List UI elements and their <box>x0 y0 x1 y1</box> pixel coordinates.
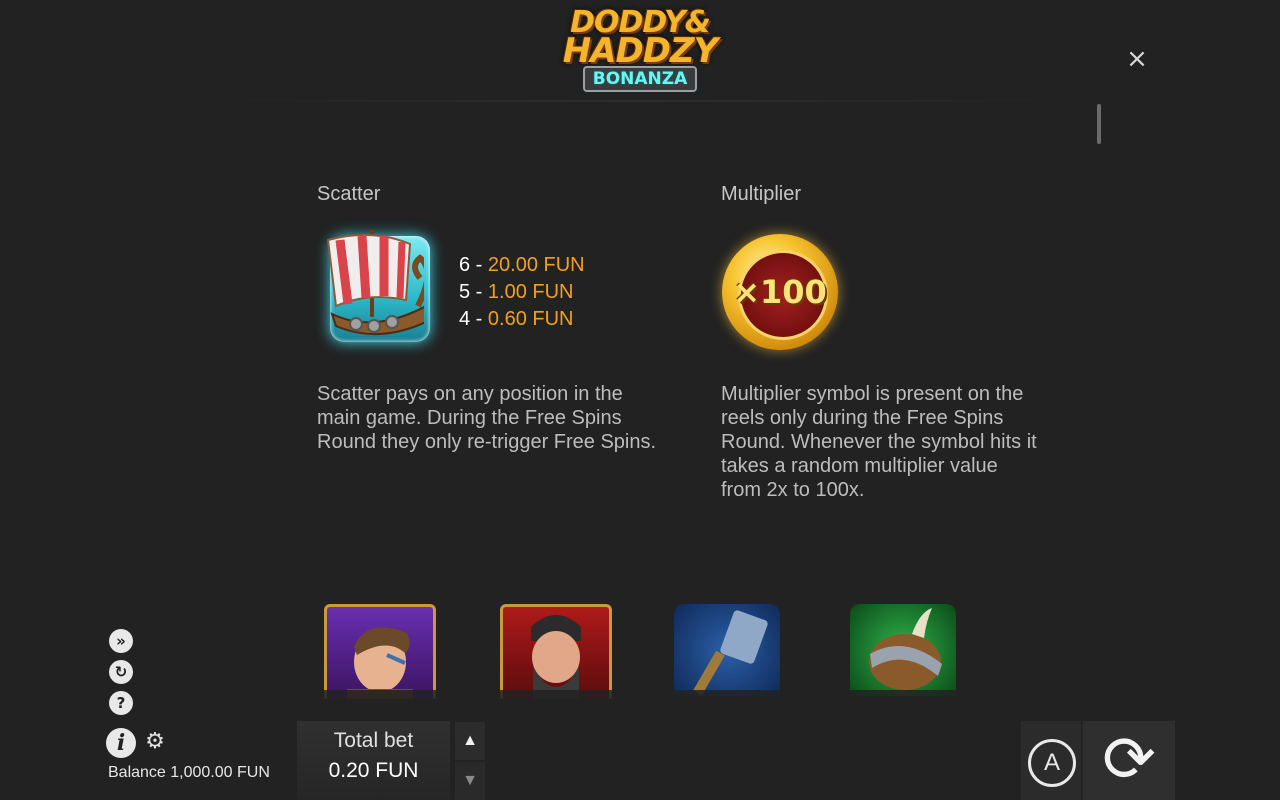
warrior-woman-symbol-icon <box>324 604 436 699</box>
header-divider <box>190 100 1090 102</box>
scrollbar-thumb[interactable] <box>1097 104 1101 144</box>
balance-text: Balance 1,000.00 FUN <box>108 764 270 781</box>
total-bet-label: Total bet <box>333 729 414 752</box>
scatter-paytable: 6 - 20.00 FUN 5 - 1.00 FUN 4 - 0.60 FUN <box>459 252 585 333</box>
helmet-symbol-icon <box>850 604 956 696</box>
pay-value: 1.00 FUN <box>487 281 574 303</box>
pay-value: 20.00 FUN <box>487 254 585 276</box>
spin-button[interactable]: ⟳ <box>1083 721 1175 800</box>
gear-icon[interactable]: ⚙ <box>144 731 166 753</box>
turbo-icon[interactable]: » <box>109 629 133 653</box>
game-logo: DODDY& HADDZY BONANZA <box>540 4 740 96</box>
total-bet-value: 0.20 FUN <box>328 759 419 782</box>
hammer-symbol-icon <box>674 604 780 696</box>
close-icon[interactable]: × <box>1124 46 1150 72</box>
bet-increase-button[interactable]: ▲ <box>455 722 485 760</box>
total-bet-panel[interactable]: Total bet 0.20 FUN <box>297 721 450 800</box>
bet-decrease-button[interactable]: ▼ <box>455 762 485 800</box>
multiplier-coin-icon: ×100 <box>722 234 838 350</box>
pay-count: 5 - <box>459 281 483 303</box>
coin-multiplier-text: ×100 <box>733 273 827 311</box>
pay-row-6: 6 - 20.00 FUN <box>459 252 585 279</box>
pay-count: 4 - <box>459 308 483 330</box>
viking-man-symbol-icon <box>500 604 612 699</box>
history-icon[interactable]: ↻ <box>109 660 133 684</box>
pay-value: 0.60 FUN <box>487 308 574 330</box>
multiplier-description: Multiplier symbol is present on the reel… <box>721 383 1037 501</box>
viking-ship-icon <box>326 230 430 342</box>
scatter-title: Scatter <box>317 183 381 205</box>
autoplay-icon: A <box>1028 739 1076 787</box>
scatter-description: Scatter pays on any position in the main… <box>317 383 657 453</box>
spin-icon: ⟳ <box>1102 723 1156 797</box>
help-icon[interactable]: ? <box>109 691 133 715</box>
pay-count: 6 - <box>459 254 483 276</box>
logo-line-3: BONANZA <box>582 66 698 92</box>
info-icon[interactable]: i <box>106 728 136 758</box>
autoplay-button[interactable]: A <box>1021 721 1081 800</box>
logo-line-2: HADDZY <box>562 31 719 71</box>
multiplier-title: Multiplier <box>721 183 802 205</box>
pay-row-5: 5 - 1.00 FUN <box>459 279 585 306</box>
pay-row-4: 4 - 0.60 FUN <box>459 306 585 333</box>
